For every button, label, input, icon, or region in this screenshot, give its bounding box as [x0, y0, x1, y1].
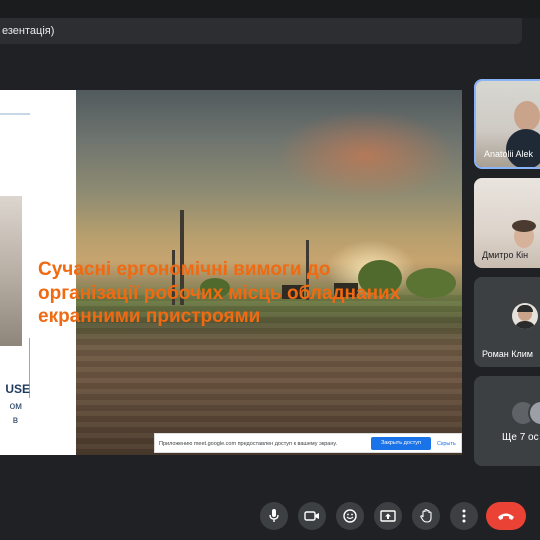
microphone-icon	[269, 509, 279, 522]
top-bar: езентація)	[0, 0, 540, 48]
end-call-icon	[498, 513, 514, 520]
screen-share-notice: Приложению meet.google.com предоставлен …	[154, 433, 462, 453]
share-notice-message: Приложению meet.google.com предоставлен …	[159, 441, 338, 447]
reactions-button[interactable]	[336, 502, 364, 530]
presenter-line-3: в	[12, 415, 18, 426]
raise-hand-button[interactable]	[412, 502, 440, 530]
camera-icon	[304, 511, 319, 521]
participant-tile[interactable]: Anatolii Alek	[474, 79, 540, 169]
window-title: езентація)	[0, 18, 522, 44]
stop-sharing-button[interactable]: Закрыть доступ	[371, 437, 431, 450]
present-screen-button[interactable]	[374, 502, 402, 530]
camera-button[interactable]	[298, 502, 326, 530]
participant-tile[interactable]: Роман Клим	[474, 277, 540, 367]
hide-notice-link[interactable]: Скрыть	[437, 434, 456, 454]
slide-divider	[0, 113, 30, 115]
participant-name: Дмитро Кін	[482, 250, 529, 260]
top-strip	[0, 0, 540, 18]
presenter-name: USE	[5, 382, 30, 396]
sky-glow	[276, 110, 456, 200]
more-participants-tile[interactable]: Ще 7 ос	[474, 376, 540, 466]
participant-tile[interactable]: Дмитро Кін	[474, 178, 540, 268]
raise-hand-icon	[420, 509, 432, 523]
more-options-button[interactable]	[450, 502, 478, 530]
presenter-photo	[0, 196, 22, 346]
emoji-icon	[343, 509, 357, 523]
microphone-button[interactable]	[260, 502, 288, 530]
participant-avatar	[512, 303, 538, 329]
participant-name: Роман Клим	[482, 349, 533, 359]
participant-name: Anatolii Alek	[484, 149, 534, 159]
present-screen-icon	[380, 509, 396, 522]
end-call-button[interactable]	[486, 502, 526, 530]
participant-hair	[512, 220, 536, 232]
more-participants-count: Ще 7 ос	[502, 432, 539, 443]
more-options-icon	[462, 509, 466, 523]
participant-face	[514, 101, 540, 131]
slide-title: Сучасні ергономічні вимоги до організаці…	[38, 259, 401, 327]
shared-presentation: USE ом в Сучасні ергономічні вимоги до о…	[0, 90, 462, 455]
presenter-line-2: ом	[9, 401, 22, 412]
